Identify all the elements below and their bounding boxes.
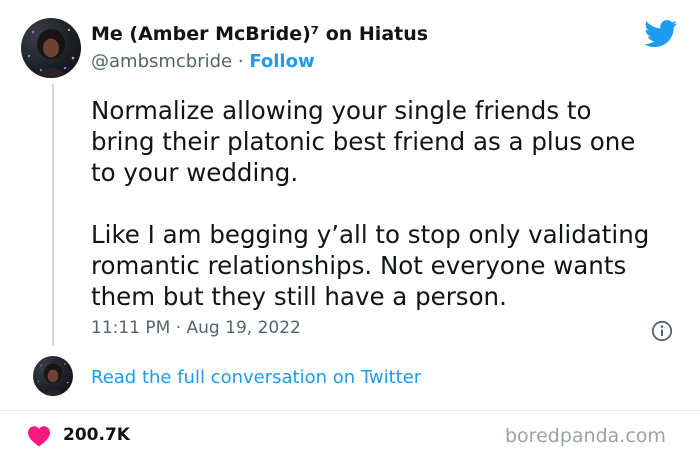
author-handle-row: @ambsmcbride · Follow bbox=[91, 51, 315, 72]
conversation-avatar-image bbox=[37, 363, 69, 396]
thread-line bbox=[52, 84, 54, 346]
conversation-avatar[interactable] bbox=[33, 356, 73, 396]
avatar-image bbox=[27, 28, 75, 78]
watermark: boredpanda.com bbox=[505, 425, 666, 447]
author-display-name[interactable]: Me (Amber McBride)⁷ on Hiatus bbox=[91, 23, 428, 45]
follow-button[interactable]: Follow bbox=[249, 51, 314, 72]
author-handle[interactable]: @ambsmcbride bbox=[91, 51, 232, 72]
avatar[interactable] bbox=[21, 18, 81, 78]
handle-separator: · bbox=[232, 51, 250, 72]
twitter-bird-icon[interactable] bbox=[644, 20, 678, 48]
info-icon[interactable] bbox=[651, 320, 673, 342]
heart-icon[interactable] bbox=[27, 425, 51, 447]
read-conversation-link[interactable]: Read the full conversation on Twitter bbox=[91, 367, 421, 388]
like-count[interactable]: 200.7K bbox=[63, 425, 130, 445]
footer-divider bbox=[0, 410, 700, 411]
tweet-text: Normalize allowing your single friends t… bbox=[91, 96, 650, 311]
tweet-timestamp[interactable]: 11:11 PM · Aug 19, 2022 bbox=[91, 318, 301, 338]
